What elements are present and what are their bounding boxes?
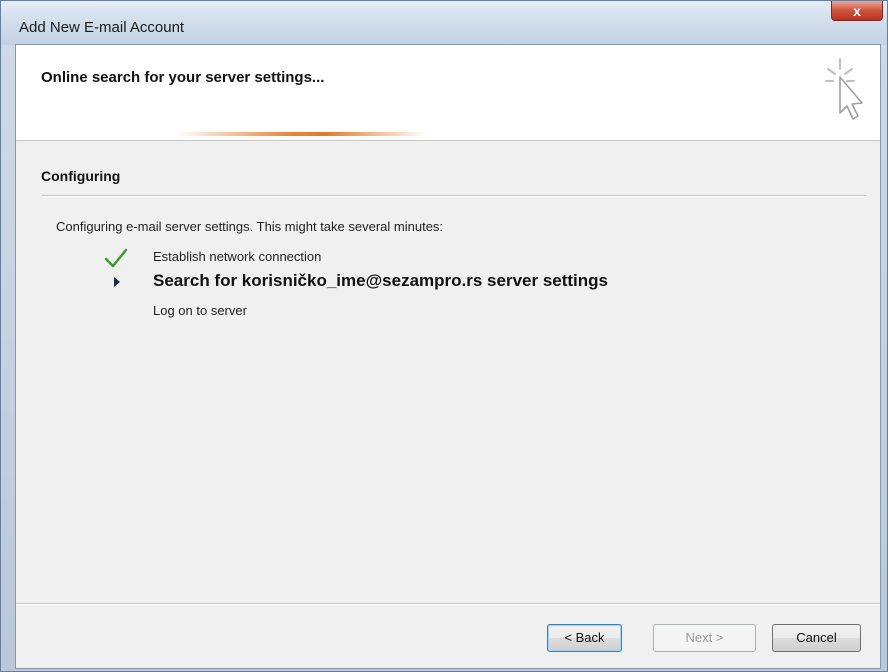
section-divider	[41, 195, 867, 197]
next-button[interactable]: Next >	[653, 624, 756, 652]
section-title: Configuring	[41, 168, 121, 184]
wizard-cursor-icon	[825, 58, 863, 120]
checkmark-icon	[104, 248, 128, 268]
wizard-header: Online search for your server settings..…	[16, 45, 880, 141]
search-progress-bar	[16, 132, 880, 136]
cancel-button[interactable]: Cancel	[772, 624, 861, 652]
step-label: Log on to server	[153, 303, 247, 318]
add-email-account-window: Add New E-mail Account x Online search f…	[0, 0, 888, 672]
step-label: Establish network connection	[153, 249, 322, 264]
step-label: Search for korisničko_ime@sezampro.rs se…	[153, 271, 608, 290]
title-bar[interactable]: Add New E-mail Account x	[1, 1, 887, 45]
window-title: Add New E-mail Account	[19, 19, 185, 36]
close-icon: x	[853, 3, 861, 19]
dialog-client-area: Online search for your server settings..…	[15, 44, 881, 669]
configuring-description: Configuring e-mail server settings. This…	[56, 219, 444, 234]
progress-fill	[176, 132, 426, 136]
back-button[interactable]: < Back	[547, 624, 622, 652]
arrow-right-icon	[114, 277, 120, 287]
header-title: Online search for your server settings..…	[41, 69, 325, 86]
close-button[interactable]: x	[831, 1, 883, 21]
footer-divider	[16, 603, 880, 605]
